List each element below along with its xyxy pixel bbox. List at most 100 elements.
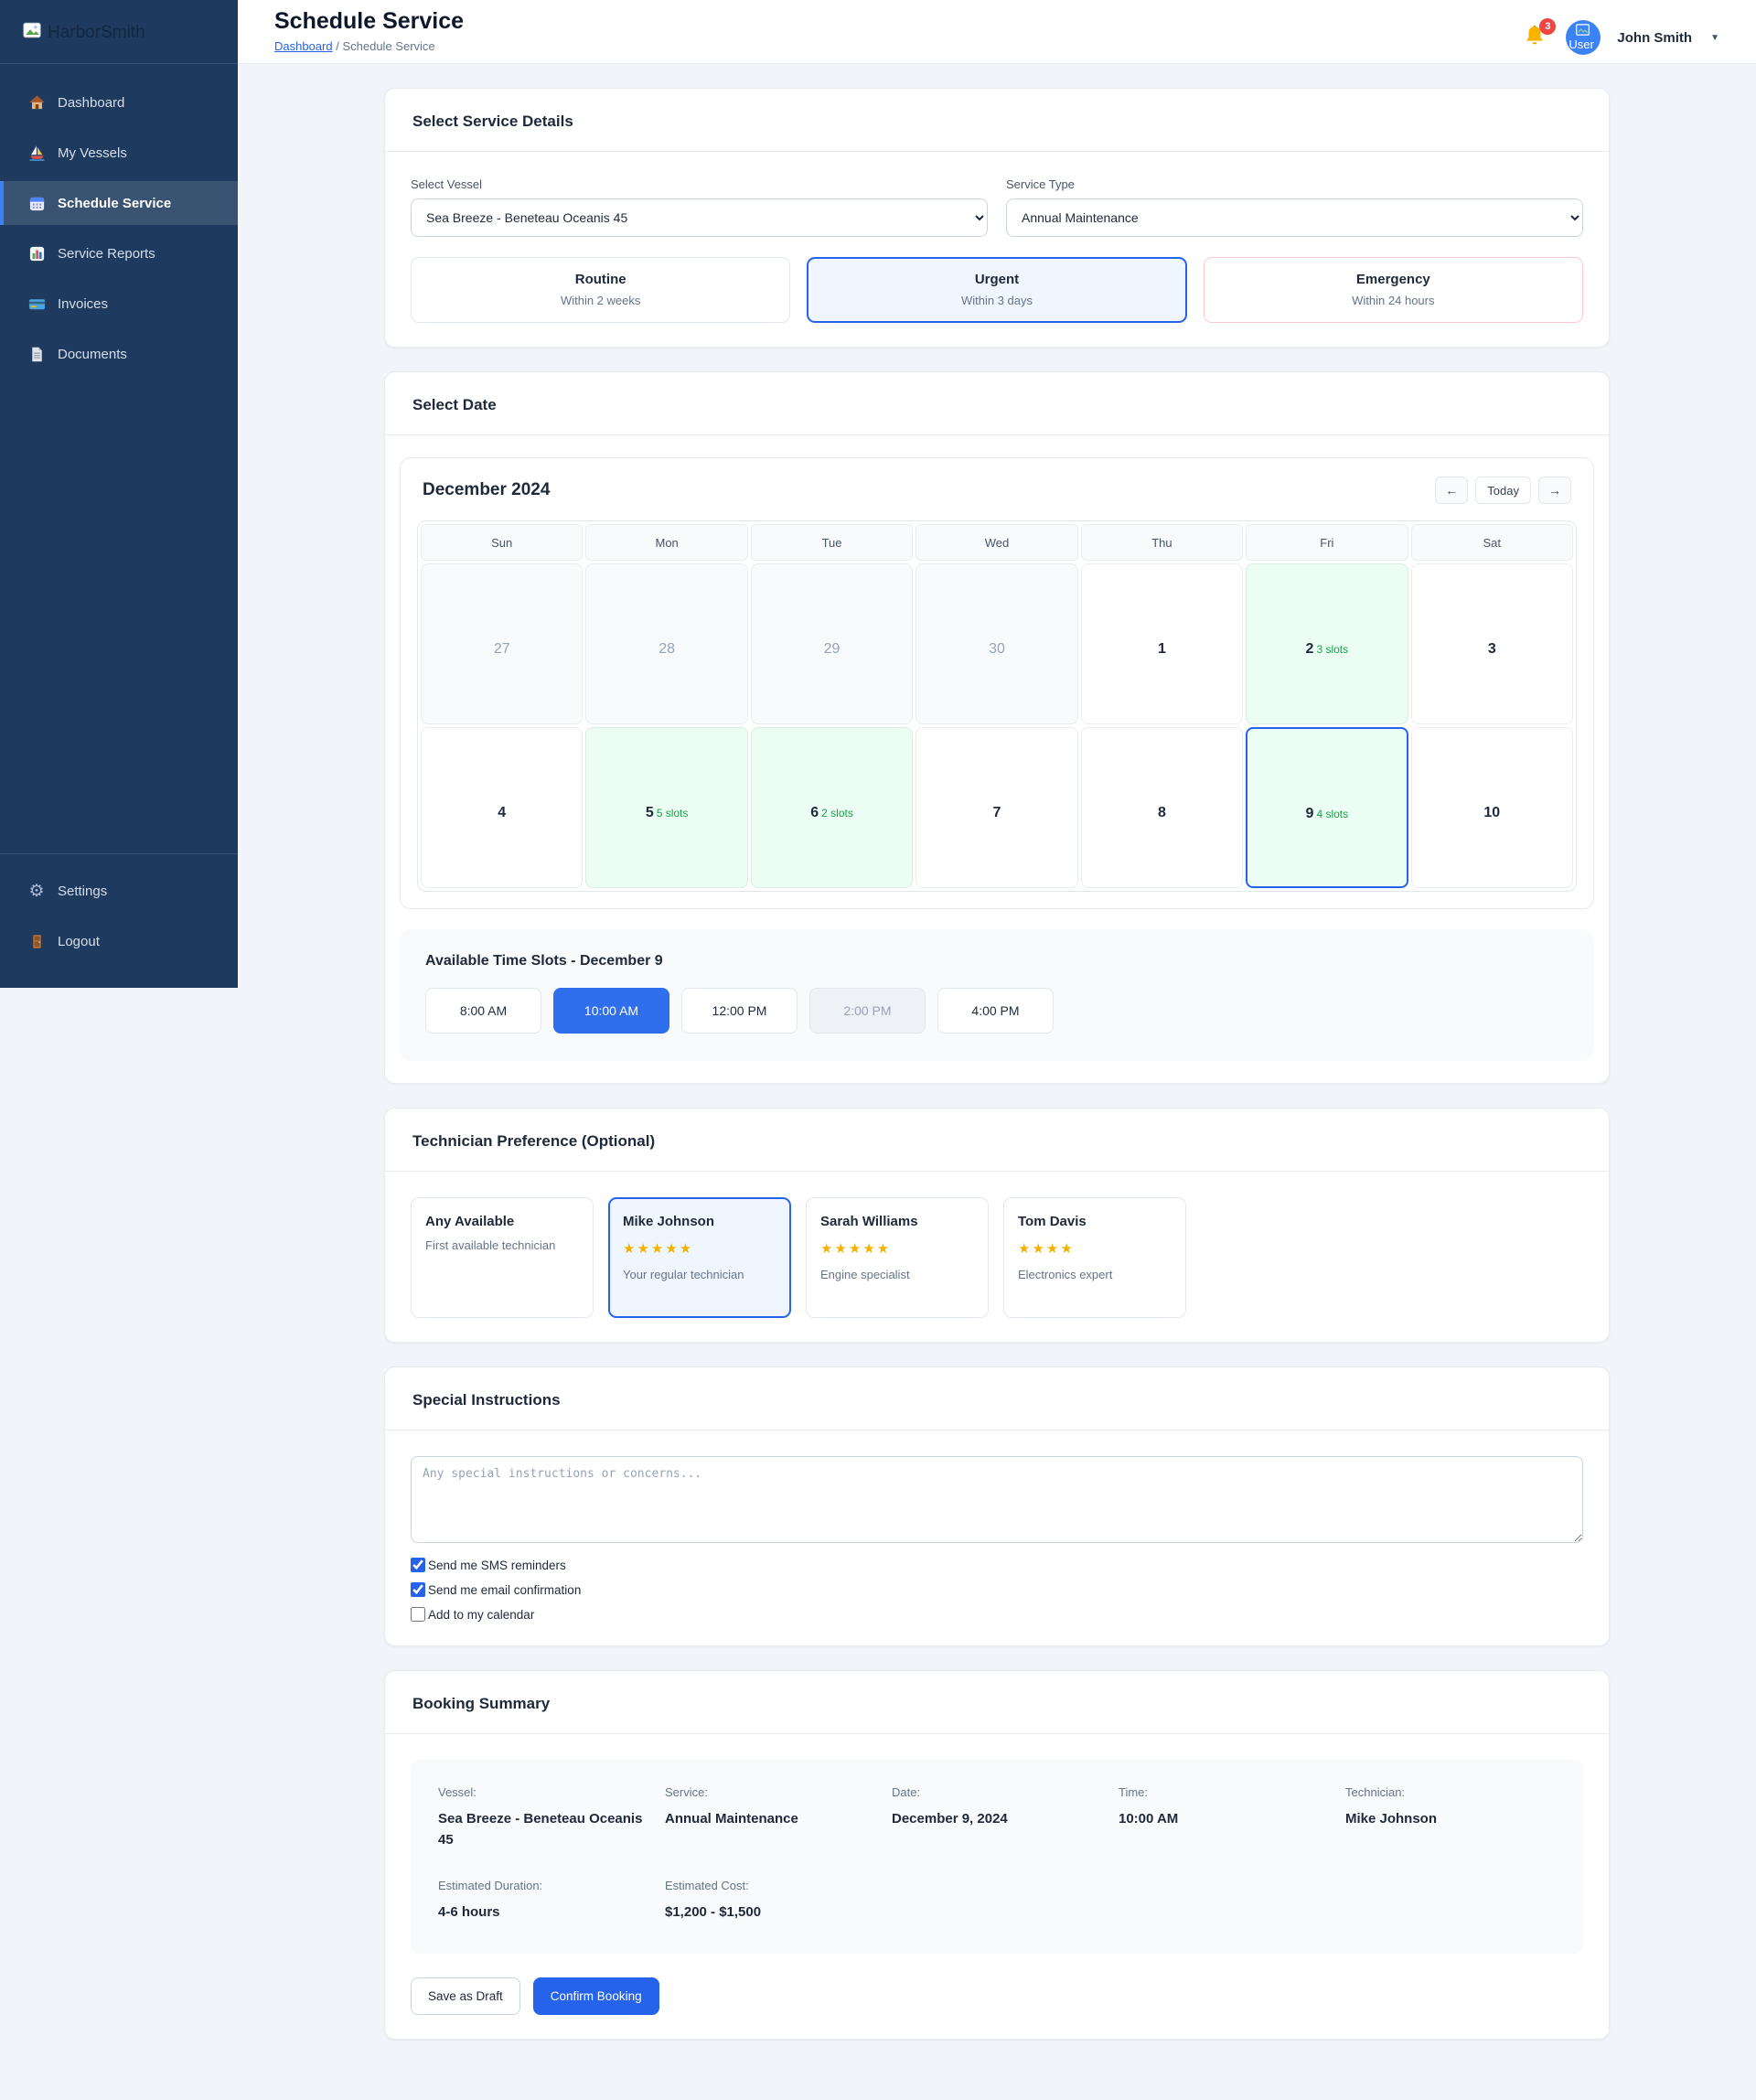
- calendar-icon: [27, 194, 46, 212]
- calendar-day-1[interactable]: 1: [1080, 563, 1244, 724]
- summary-duration: Estimated Duration: 4-6 hours: [438, 1878, 543, 1920]
- calendar-day-5[interactable]: 55 slots: [585, 727, 748, 888]
- section-title-technician: Technician Preference (Optional): [412, 1132, 656, 1150]
- avatar[interactable]: User: [1566, 20, 1601, 55]
- calendar-day-9-selected[interactable]: 94 slots: [1246, 727, 1408, 888]
- bell-icon: [1522, 25, 1547, 53]
- day-name: Sat: [1410, 524, 1573, 561]
- select-date-card: Select Date December 2024 ← Today → Sun …: [384, 371, 1610, 1084]
- vessel-select[interactable]: Sea Breeze - Beneteau Oceanis 45: [411, 198, 988, 237]
- calendar-day-3[interactable]: 3: [1410, 563, 1573, 724]
- calendar-grid: Sun Mon Tue Wed Thu Fri Sat 27 28 29 30 …: [417, 520, 1577, 892]
- bar-chart-icon: [27, 244, 46, 262]
- slots-count: 4 slots: [1316, 808, 1349, 820]
- urgency-option-routine[interactable]: Routine Within 2 weeks: [411, 257, 791, 323]
- sidebar-item-service-reports[interactable]: Service Reports: [0, 231, 238, 275]
- star-rating-icon: ★★★★★: [820, 1241, 892, 1257]
- sidebar-item-settings[interactable]: ⚙ Settings: [0, 869, 238, 913]
- section-title-service-details: Select Service Details: [412, 112, 573, 130]
- breadcrumb-current: Schedule Service: [342, 38, 435, 53]
- door-icon: [27, 932, 46, 950]
- section-title-instructions: Special Instructions: [412, 1391, 561, 1409]
- notifications-button[interactable]: 3: [1522, 18, 1557, 53]
- day-name: Sun: [421, 524, 584, 561]
- sidebar-item-invoices[interactable]: Invoices: [0, 282, 238, 326]
- booking-summary-card: Booking Summary Vessel: Sea Breeze - Ben…: [384, 1670, 1610, 2040]
- page-title: Schedule Service: [274, 8, 465, 34]
- urgency-option-urgent[interactable]: Urgent Within 3 days: [807, 257, 1187, 323]
- service-type-field: Service Type Annual Maintenance: [1006, 177, 1583, 237]
- calendar-day-2[interactable]: 23 slots: [1246, 563, 1408, 724]
- sidebar-item-my-vessels[interactable]: My Vessels: [0, 131, 238, 175]
- sidebar-item-schedule-service[interactable]: Schedule Service: [0, 181, 238, 225]
- notification-count-badge: 3: [1539, 18, 1557, 35]
- technician-preference-card: Technician Preference (Optional) Any Ava…: [384, 1108, 1610, 1343]
- day-name: Wed: [915, 524, 1078, 561]
- technician-any-available[interactable]: Any Available First available technician: [411, 1197, 594, 1318]
- summary-date: Date: December 9, 2024: [892, 1785, 1008, 1827]
- sidebar: HarborSmith Dashboard My Vessels Schedul…: [0, 0, 238, 988]
- urgency-options: Routine Within 2 weeks Urgent Within 3 d…: [411, 257, 1583, 323]
- option-email-confirmation: Send me email confirmation: [411, 1582, 1583, 1597]
- calendar-day-10[interactable]: 10: [1410, 727, 1573, 888]
- slots-count: 2 slots: [821, 807, 853, 820]
- sidebar-item-label: Invoices: [58, 295, 109, 312]
- time-slot-12pm[interactable]: 12:00 PM: [681, 988, 798, 1034]
- star-rating-icon: ★★★★: [1018, 1241, 1075, 1257]
- urgency-option-emergency[interactable]: Emergency Within 24 hours: [1203, 257, 1583, 323]
- calendar-today-button[interactable]: Today: [1475, 477, 1531, 504]
- day-name: Mon: [585, 524, 748, 561]
- sidebar-item-label: Documents: [58, 346, 127, 362]
- chevron-down-icon[interactable]: ▼: [1710, 33, 1719, 43]
- day-name: Thu: [1080, 524, 1244, 561]
- option-add-to-calendar: Add to my calendar: [411, 1607, 1583, 1622]
- time-slot-8am[interactable]: 8:00 AM: [425, 988, 541, 1034]
- main-content: Select Service Details Select Vessel Sea…: [238, 64, 1756, 2100]
- sidebar-nav: Dashboard My Vessels Schedule Service Se…: [0, 80, 238, 382]
- sidebar-item-label: Schedule Service: [58, 195, 172, 211]
- vessel-field: Select Vessel Sea Breeze - Beneteau Ocea…: [411, 177, 988, 237]
- app-logo: HarborSmith: [0, 0, 238, 64]
- calendar-day-29: 29: [750, 563, 914, 724]
- sidebar-item-label: Logout: [58, 933, 100, 949]
- sidebar-item-documents[interactable]: Documents: [0, 332, 238, 376]
- topbar-right: 3 User John Smith ▼: [1522, 8, 1719, 63]
- special-instructions-textarea[interactable]: [411, 1456, 1583, 1543]
- calendar-next-button[interactable]: →: [1538, 477, 1571, 504]
- section-title-summary: Booking Summary: [412, 1695, 551, 1712]
- save-as-draft-button[interactable]: Save as Draft: [411, 1977, 520, 2015]
- calendar-prev-button[interactable]: ←: [1435, 477, 1469, 504]
- technician-mike-johnson-selected[interactable]: Mike Johnson ★★★★★ Your regular technici…: [608, 1197, 791, 1318]
- summary-time: Time: 10:00 AM: [1119, 1785, 1179, 1827]
- user-name[interactable]: John Smith: [1617, 30, 1692, 46]
- service-type-label: Service Type: [1006, 177, 1075, 191]
- breadcrumb-dashboard-link[interactable]: Dashboard: [274, 39, 333, 53]
- calendar-month-label: December 2024: [423, 480, 551, 499]
- sidebar-item-label: Settings: [58, 883, 108, 899]
- technician-tom-davis[interactable]: Tom Davis ★★★★ Electronics expert: [1003, 1197, 1186, 1318]
- sms-reminders-checkbox[interactable]: [411, 1558, 425, 1572]
- calendar-day-30: 30: [915, 563, 1078, 724]
- confirm-booking-button[interactable]: Confirm Booking: [532, 1977, 659, 2015]
- technician-sarah-williams[interactable]: Sarah Williams ★★★★★ Engine specialist: [806, 1197, 989, 1318]
- calendar-day-7[interactable]: 7: [915, 727, 1078, 888]
- email-confirmation-checkbox[interactable]: [411, 1582, 425, 1597]
- day-name: Fri: [1246, 524, 1408, 561]
- calendar-day-6[interactable]: 62 slots: [750, 727, 914, 888]
- service-type-select[interactable]: Annual Maintenance: [1006, 198, 1583, 237]
- time-slot-2pm-disabled: 2:00 PM: [809, 988, 926, 1034]
- day-name: Tue: [750, 524, 914, 561]
- calendar-day-28: 28: [585, 563, 748, 724]
- house-icon: [27, 93, 46, 112]
- sidebar-item-dashboard[interactable]: Dashboard: [0, 80, 238, 124]
- time-slot-10am-selected[interactable]: 10:00 AM: [553, 988, 669, 1034]
- add-to-calendar-checkbox[interactable]: [411, 1607, 425, 1622]
- sidebar-item-label: My Vessels: [58, 145, 127, 161]
- summary-vessel: Vessel: Sea Breeze - Beneteau Oceanis 45: [438, 1785, 643, 1848]
- sidebar-item-logout[interactable]: Logout: [0, 919, 238, 963]
- time-slot-4pm[interactable]: 4:00 PM: [937, 988, 1054, 1034]
- calendar-day-8[interactable]: 8: [1080, 727, 1244, 888]
- calendar-day-4[interactable]: 4: [421, 727, 584, 888]
- service-details-card: Select Service Details Select Vessel Sea…: [384, 88, 1610, 348]
- topbar-left: Schedule Service Dashboard / Schedule Se…: [274, 8, 464, 63]
